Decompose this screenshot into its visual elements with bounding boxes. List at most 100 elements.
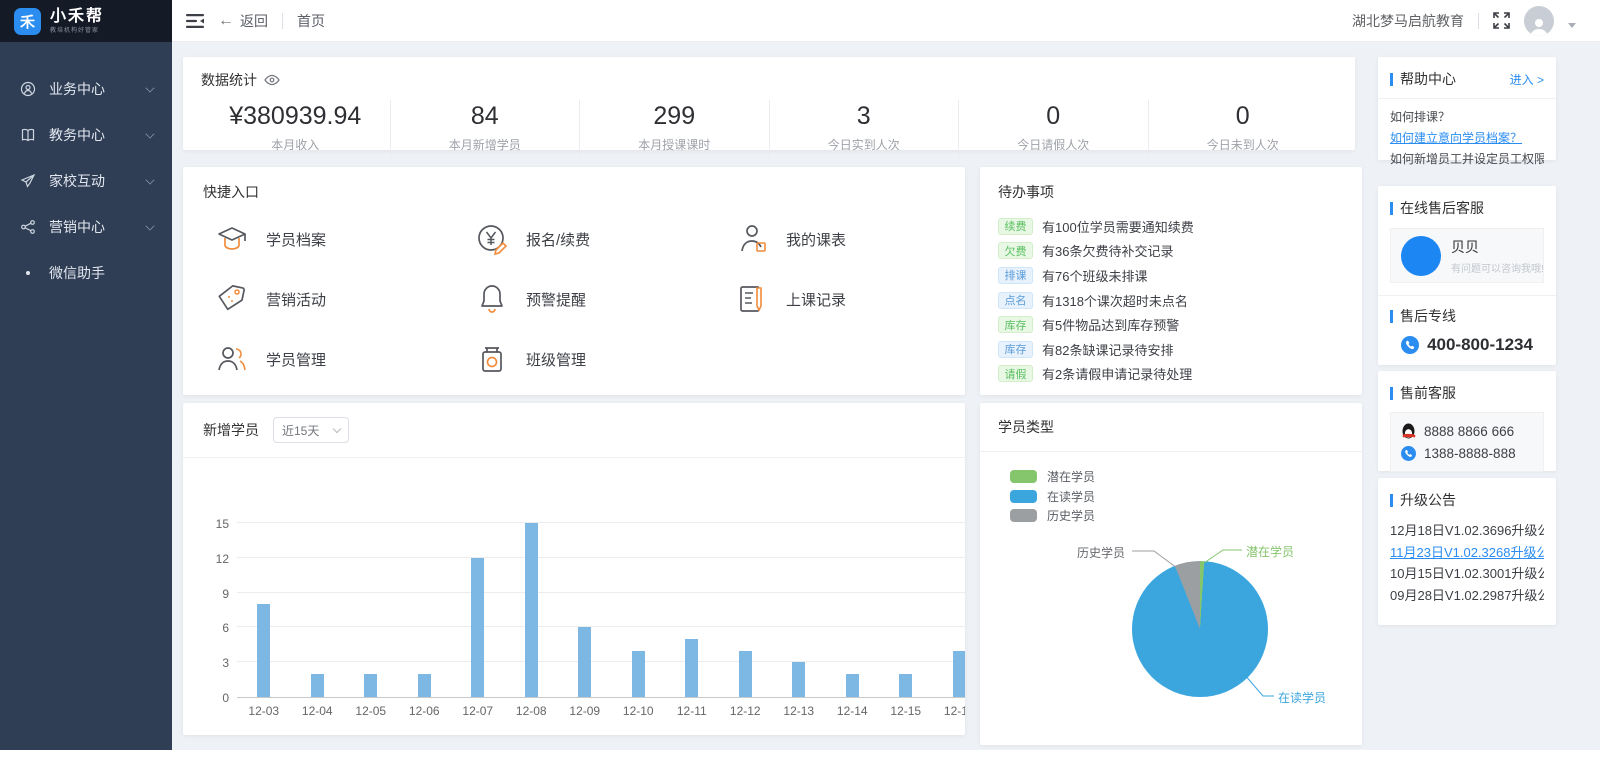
upgrade-notice[interactable]: 10月15日V1.02.3001升级公告...	[1390, 563, 1544, 585]
section-accent-bar	[1390, 73, 1393, 86]
todo-badge: 库存	[998, 316, 1033, 333]
bar	[953, 651, 965, 697]
caret-down-icon[interactable]	[1568, 23, 1576, 28]
bar-chart-ytick: 12	[189, 552, 229, 566]
quick-item-warning-reminder[interactable]: 预警提醒	[475, 282, 735, 316]
bar-slot: 12-10	[612, 523, 666, 697]
bar-chart-plot: 12-0312-0412-0512-0612-0712-0812-0912-10…	[237, 524, 965, 698]
back-button[interactable]: ← 返回	[218, 11, 268, 31]
agent-name: 贝贝	[1451, 237, 1544, 257]
quick-item-enroll-renew[interactable]: 报名/续费	[475, 222, 735, 256]
upgrade-notice-link[interactable]: 11月23日V1.02.3268升级公告...	[1390, 542, 1544, 564]
upgrade-title: 升级公告	[1400, 490, 1456, 510]
bar-chart-yaxis: 03691215	[183, 524, 229, 698]
todo-card: 待办事项 续费 有100位学员需要通知续费 欠费 有36条欠费待补交记录 排课 …	[980, 167, 1362, 395]
sidebar-item-academic-center[interactable]: 教务中心	[0, 112, 172, 158]
avatar[interactable]	[1524, 6, 1554, 36]
upgrade-notice[interactable]: 09月28日V1.02.2987升级公告...	[1390, 585, 1544, 607]
pie-label-potential: 潜在学员	[1246, 543, 1294, 560]
eye-icon[interactable]	[264, 74, 280, 86]
quick-item-student-management[interactable]: 学员管理	[215, 342, 475, 376]
sidebar-item-home-school[interactable]: 家校互动	[0, 158, 172, 204]
todo-row-scheduling[interactable]: 排课 有76个班级未排课	[998, 263, 1344, 288]
todo-row-renew[interactable]: 续费 有100位学员需要通知续费	[998, 214, 1344, 239]
todo-row-leave-request[interactable]: 请假 有2条请假申请记录待处理	[998, 362, 1344, 387]
divider	[282, 13, 283, 29]
upgrade-notice[interactable]: 12月18日V1.02.3696升级公告...	[1390, 520, 1544, 542]
legend-item-enrolled: 在读学员	[1010, 487, 1095, 507]
bar-chart-xtick: 12-13	[783, 704, 814, 718]
todo-row-inventory-warning[interactable]: 库存 有5件物品达到库存预警	[998, 312, 1344, 337]
quick-entry-title: 快捷入口	[203, 182, 945, 202]
bar	[311, 674, 324, 697]
todo-row-arrears[interactable]: 欠费 有36条欠费待补交记录	[998, 239, 1344, 264]
record-doc-icon	[735, 282, 769, 316]
stats-card: 数据统计 ¥380939.94 本月收入 84 本月新增学员 299 本月授课课…	[183, 57, 1355, 150]
bar-slot: 12-15	[879, 523, 933, 697]
pre-sales-contacts: 8888 8866 666 1388-8888-888	[1390, 412, 1544, 472]
yen-circle-icon	[475, 222, 509, 256]
phone-icon	[1401, 336, 1419, 354]
people-icon	[215, 342, 249, 376]
bar-chart-xtick: 12-09	[569, 704, 600, 718]
student-types-title: 学员类型	[998, 419, 1054, 435]
bar-chart-xtick: 12-12	[730, 704, 761, 718]
app-slogan: 教培机构好管家	[50, 25, 104, 34]
todo-row-rollcall[interactable]: 点名 有1318个课次超时未点名	[998, 288, 1344, 313]
sidebar-item-business-center[interactable]: 业务中心	[0, 66, 172, 112]
section-accent-bar	[1390, 387, 1393, 400]
bar	[792, 662, 805, 697]
bar-slot: 12-07	[451, 523, 505, 697]
bar	[632, 651, 645, 697]
date-range-select[interactable]: 近15天	[273, 417, 349, 443]
section-accent-bar	[1390, 494, 1393, 507]
todo-title: 待办事项	[998, 182, 1344, 202]
help-question-link[interactable]: 如何建立意向学员档案？	[1390, 128, 1544, 149]
collapse-menu-icon[interactable]	[186, 13, 204, 29]
divider	[980, 451, 1362, 452]
after-sales-card: 在线售后客服 贝贝 有问题可以咨询我哦! 售后专线 400-800-1234	[1378, 186, 1556, 365]
person-schedule-icon	[735, 222, 769, 256]
todo-badge: 请假	[998, 365, 1033, 382]
pie-label-history: 历史学员	[1077, 544, 1125, 561]
stats-row: ¥380939.94 本月收入 84 本月新增学员 299 本月授课课时 3 今…	[201, 100, 1337, 159]
stats-title: 数据统计	[201, 70, 257, 90]
bar-slot: 12-04	[291, 523, 345, 697]
stat-monthly-income: ¥380939.94 本月收入	[201, 100, 391, 159]
service-agent[interactable]: 贝贝 有问题可以咨询我哦!	[1390, 228, 1544, 283]
breadcrumb[interactable]: 首页	[297, 11, 325, 31]
help-enter-link[interactable]: 进入 >	[1510, 71, 1544, 88]
quick-item-student-files[interactable]: 学员档案	[215, 222, 475, 256]
bar-chart-xtick: 12-08	[516, 704, 547, 718]
help-question[interactable]: 如何新增员工并设定员工权限？	[1390, 149, 1544, 170]
app-logo-icon: 禾	[14, 8, 41, 35]
divider	[1478, 13, 1479, 29]
quick-item-my-schedule[interactable]: 我的课表	[735, 222, 995, 256]
bar-chart-xtick: 12-04	[302, 704, 333, 718]
new-students-title: 新增学员	[203, 420, 259, 440]
bar	[846, 674, 859, 697]
user-circle-icon	[20, 81, 36, 97]
after-sales-title: 在线售后客服	[1400, 198, 1484, 218]
new-students-chart-card: 新增学员 近15天 03691215 12-0312-0412-0512-061…	[183, 403, 965, 735]
help-question[interactable]: 如何排课？	[1390, 107, 1544, 128]
quick-item-class-management[interactable]: 班级管理	[475, 342, 735, 376]
quick-item-class-records[interactable]: 上课记录	[735, 282, 995, 316]
phone-contact: 1388-8888-888	[1401, 442, 1533, 464]
bar-chart-xtick: 12-07	[462, 704, 493, 718]
pie	[1132, 561, 1268, 697]
legend-item-potential: 潜在学员	[1010, 467, 1095, 487]
fullscreen-icon[interactable]	[1493, 12, 1510, 29]
logo[interactable]: 禾 小禾帮 教培机构好管家	[0, 0, 172, 42]
upgrade-list: 12月18日V1.02.3696升级公告... 11月23日V1.02.3268…	[1390, 520, 1544, 606]
quick-item-marketing[interactable]: 营销活动	[215, 282, 475, 316]
sidebar-item-wechat-assistant[interactable]: 微信助手	[0, 250, 172, 296]
pre-sales-card: 售前客服 8888 8866 666 1388-8888-888	[1378, 371, 1556, 471]
class-icon	[475, 342, 509, 376]
phone-icon	[1401, 446, 1416, 461]
book-icon	[20, 127, 36, 143]
bar-slot: 12-05	[344, 523, 398, 697]
sidebar-item-label: 营销中心	[49, 217, 105, 237]
todo-row-missed-class[interactable]: 库存 有82条缺课记录待安排	[998, 337, 1344, 362]
sidebar-item-marketing-center[interactable]: 营销中心	[0, 204, 172, 250]
